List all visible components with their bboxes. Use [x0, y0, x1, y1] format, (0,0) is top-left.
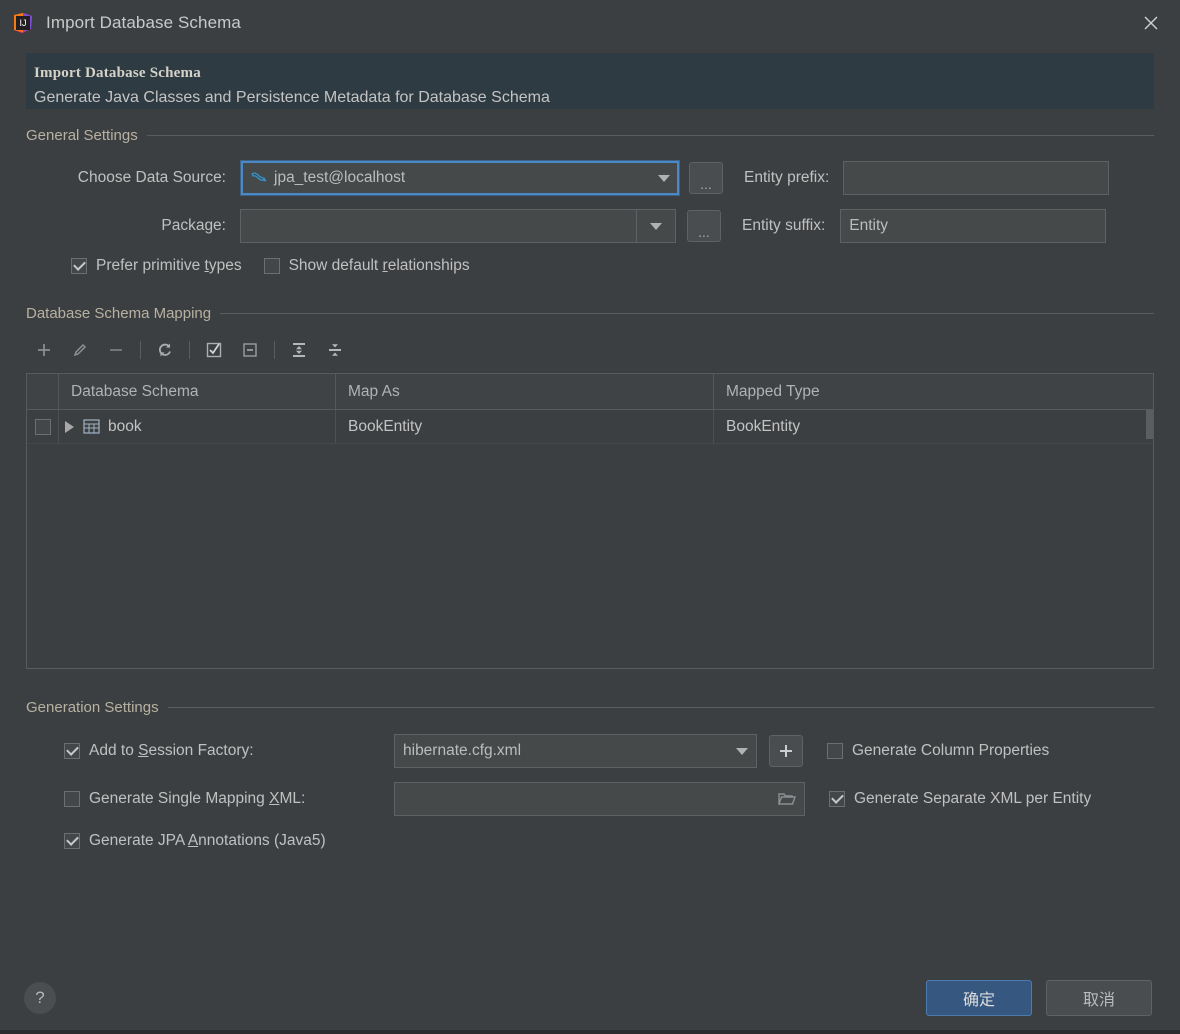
package-label: Package: — [161, 217, 226, 234]
row-database-schema-cell: book — [58, 410, 335, 443]
row-map-as-cell[interactable]: BookEntity — [335, 410, 713, 443]
prefer-primitive-types-label[interactable]: Prefer primitive types — [96, 257, 242, 275]
package-row: Package: ... Entity suffix: Entity — [26, 209, 1154, 243]
deselect-all-icon[interactable] — [232, 335, 268, 365]
close-icon[interactable] — [1122, 0, 1180, 45]
generate-column-properties-label[interactable]: Generate Column Properties — [852, 742, 1049, 760]
entity-suffix-value: Entity — [849, 217, 889, 234]
generation-settings-label: Generation Settings — [26, 699, 159, 716]
chevron-down-icon[interactable] — [658, 174, 670, 182]
title-bar: IJ Import Database Schema — [0, 0, 1180, 45]
ok-button[interactable]: 确定 — [926, 980, 1032, 1016]
jpa-annotations-row: Generate JPA Annotations (Java5) — [26, 832, 1154, 850]
data-source-combobox[interactable]: jpa_test@localhost — [240, 160, 680, 196]
table-header-mapped-type[interactable]: Mapped Type — [713, 374, 1153, 409]
banner-title: Import Database Schema — [34, 65, 201, 81]
session-factory-value: hibernate.cfg.xml — [403, 742, 522, 759]
row-select-checkbox[interactable] — [34, 418, 51, 435]
expand-triangle-icon[interactable] — [65, 420, 74, 433]
toolbar-divider — [140, 341, 141, 359]
toolbar-divider — [274, 341, 275, 359]
select-all-icon[interactable] — [196, 335, 232, 365]
row-mapped-type-cell[interactable]: BookEntity — [713, 410, 1153, 443]
row-schema-name: book — [108, 417, 142, 435]
divider — [220, 313, 1154, 314]
single-mapping-xml-input[interactable] — [394, 782, 805, 816]
folder-icon[interactable] — [777, 791, 796, 807]
add-session-factory-button[interactable] — [769, 735, 803, 767]
data-source-row: Choose Data Source: jpa_test@localhost .… — [26, 160, 1154, 196]
entity-suffix-input[interactable]: Entity — [840, 209, 1107, 243]
chevron-down-icon[interactable] — [736, 747, 748, 755]
generate-jpa-annotations-checkbox[interactable] — [64, 833, 80, 849]
dialog-button-bar: 确定 取消 — [926, 980, 1152, 1016]
table-header-checkbox-col — [27, 374, 58, 409]
mysql-dolphin-icon — [250, 170, 267, 186]
remove-icon[interactable] — [98, 335, 134, 365]
package-chevron-down-icon[interactable] — [636, 210, 675, 242]
table-header-database-schema[interactable]: Database Schema — [58, 374, 335, 409]
schema-mapping-toolbar — [26, 333, 1154, 367]
table-header-row: Database Schema Map As Mapped Type — [27, 374, 1153, 410]
banner-subtitle: Generate Java Classes and Persistence Me… — [34, 89, 550, 106]
intellij-idea-logo-icon: IJ — [12, 12, 34, 34]
session-factory-row: Add to Session Factory: hibernate.cfg.xm… — [26, 734, 1154, 768]
expand-all-icon[interactable] — [281, 335, 317, 365]
package-combobox[interactable] — [240, 209, 676, 243]
add-to-session-factory-label[interactable]: Add to Session Factory: — [89, 742, 394, 760]
schema-mapping-label: Database Schema Mapping — [26, 305, 212, 322]
general-checkbox-row: Prefer primitive types Show default rela… — [26, 257, 1154, 275]
generate-single-mapping-xml-label[interactable]: Generate Single Mapping XML: — [89, 790, 394, 808]
generate-separate-xml-per-entity-checkbox[interactable] — [829, 791, 845, 807]
table-vertical-scrollbar[interactable] — [1146, 410, 1153, 439]
entity-suffix-label: Entity suffix: — [742, 217, 826, 234]
collapse-all-icon[interactable] — [317, 335, 353, 365]
general-settings-group-header: General Settings — [26, 127, 1154, 144]
plus-icon — [780, 745, 792, 757]
generate-single-mapping-xml-checkbox[interactable] — [64, 791, 80, 807]
divider — [167, 707, 1154, 708]
table-row[interactable]: book BookEntity BookEntity — [27, 410, 1153, 444]
divider — [146, 135, 1154, 136]
entity-prefix-input[interactable] — [843, 161, 1110, 195]
generate-jpa-annotations-label[interactable]: Generate JPA Annotations (Java5) — [89, 832, 326, 850]
schema-mapping-group-header: Database Schema Mapping — [26, 305, 1154, 322]
help-button[interactable]: ? — [24, 982, 56, 1014]
svg-text:IJ: IJ — [19, 18, 26, 28]
edit-pencil-icon[interactable] — [62, 335, 98, 365]
refresh-icon[interactable] — [147, 335, 183, 365]
window-bottom-edge — [0, 1030, 1180, 1034]
add-to-session-factory-checkbox[interactable] — [64, 743, 80, 759]
entity-prefix-label: Entity prefix: — [744, 169, 830, 186]
show-default-relationships-label[interactable]: Show default relationships — [289, 257, 470, 275]
generation-settings-group-header: Generation Settings — [26, 699, 1154, 716]
header-banner: Import Database Schema Generate Java Cla… — [26, 53, 1154, 109]
data-source-value: jpa_test@localhost — [274, 169, 406, 186]
prefer-primitive-types-checkbox[interactable] — [71, 258, 87, 274]
package-browse-button[interactable]: ... — [687, 210, 721, 242]
show-default-relationships-checkbox[interactable] — [263, 258, 280, 274]
toolbar-divider — [189, 341, 190, 359]
cancel-button[interactable]: 取消 — [1046, 980, 1152, 1016]
single-mapping-xml-row: Generate Single Mapping XML: Generate Se… — [26, 782, 1154, 816]
schema-mapping-table: Database Schema Map As Mapped Type book … — [26, 373, 1154, 669]
data-source-label: Choose Data Source: — [77, 169, 226, 186]
database-table-icon — [83, 419, 100, 434]
session-factory-combobox[interactable]: hibernate.cfg.xml — [394, 734, 757, 768]
add-icon[interactable] — [26, 335, 62, 365]
generate-column-properties-checkbox[interactable] — [827, 743, 843, 759]
table-header-map-as[interactable]: Map As — [335, 374, 713, 409]
row-checkbox-cell — [27, 410, 58, 443]
generate-separate-xml-per-entity-label[interactable]: Generate Separate XML per Entity — [854, 790, 1091, 808]
general-settings-label: General Settings — [26, 127, 138, 144]
window-title: Import Database Schema — [46, 12, 241, 32]
data-source-browse-button[interactable]: ... — [689, 162, 723, 194]
